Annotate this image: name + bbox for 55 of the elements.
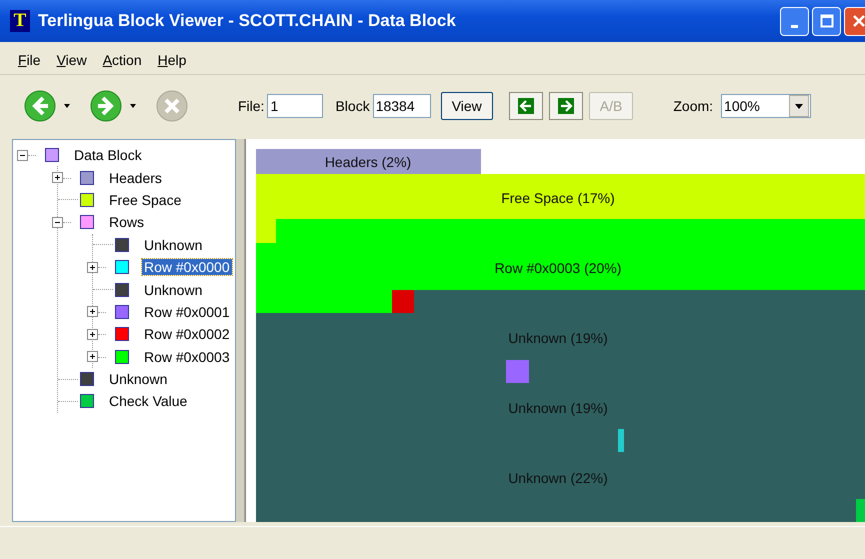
- dropdown-caret-icon[interactable]: [64, 104, 70, 108]
- plus-icon: [53, 173, 62, 182]
- plus-icon: [88, 330, 97, 339]
- tree-item[interactable]: Unknown: [142, 236, 204, 253]
- tree-item[interactable]: Headers: [107, 170, 164, 186]
- tree-item[interactable]: Row #0x0002: [142, 326, 232, 342]
- plus-icon: [88, 352, 97, 362]
- plus-icon: [88, 262, 97, 272]
- tree-item[interactable]: Unknown: [142, 282, 204, 298]
- region-label: Row #0x0003 (20%): [494, 260, 622, 276]
- region-label: Unknown (22%): [508, 470, 608, 486]
- tree-item[interactable]: Unknown: [107, 371, 170, 388]
- tree-item[interactable]: Data Block: [72, 147, 144, 164]
- caret-icon: [795, 104, 804, 108]
- zoom-label: Zoom:: [673, 98, 714, 114]
- back-button[interactable]: [24, 90, 56, 122]
- region-label: Headers (2%): [324, 154, 412, 170]
- plus-icon: [88, 307, 97, 316]
- view-button[interactable]: View: [440, 92, 493, 120]
- maximize-button[interactable]: [812, 6, 841, 36]
- tree-item[interactable]: Row #0x0000: [142, 259, 232, 276]
- tree-item[interactable]: Row #0x0003: [142, 348, 232, 365]
- close-icon: [852, 14, 865, 28]
- menu-item[interactable]: Action: [94, 52, 150, 68]
- region-label: Free Space (17%): [501, 190, 615, 206]
- zoom-dropdown[interactable]: 100%: [721, 94, 812, 118]
- input-field[interactable]: 1: [267, 94, 324, 118]
- tree-item[interactable]: Check Value: [107, 393, 190, 410]
- left-arrow-icon: [518, 98, 534, 114]
- headers-region[interactable]: [256, 149, 481, 174]
- forward-button[interactable]: [90, 90, 122, 122]
- close-button[interactable]: [844, 6, 865, 36]
- tree-item[interactable]: Free Space: [107, 192, 184, 208]
- region-label: Unknown (19%): [508, 400, 608, 416]
- row-region[interactable]: [256, 219, 865, 313]
- minimize-icon: [791, 24, 798, 28]
- minimize-button[interactable]: [780, 6, 809, 36]
- menu-item[interactable]: File: [10, 52, 49, 68]
- menu-item[interactable]: View: [48, 52, 95, 68]
- input-field[interactable]: 18384: [372, 94, 431, 118]
- unknown-region[interactable]: [256, 290, 865, 522]
- window-title: Terlingua Block Viewer - SCOTT.CHAIN - Data Block: [38, 11, 457, 31]
- field-label: Block: [335, 98, 370, 114]
- next-button[interactable]: [548, 92, 583, 120]
- region-label: Unknown (19%): [508, 330, 608, 346]
- tree-item[interactable]: Rows: [107, 214, 146, 230]
- check-value-region[interactable]: [856, 499, 865, 522]
- previous-button[interactable]: [508, 92, 543, 120]
- tree-item[interactable]: Row #0x0001: [142, 304, 232, 320]
- dropdown-caret-icon[interactable]: [130, 104, 136, 108]
- right-arrow-icon: [558, 98, 574, 114]
- menu-item[interactable]: Help: [150, 52, 194, 68]
- field-label: File:: [238, 98, 264, 114]
- maximize-icon: [820, 14, 834, 28]
- app-icon: T: [10, 10, 30, 32]
